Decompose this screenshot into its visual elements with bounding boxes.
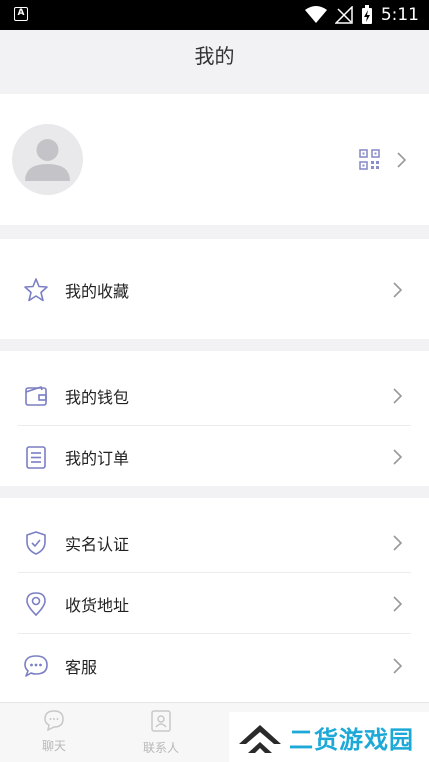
battery-charging-icon [361, 5, 372, 24]
finance-section: 我的钱包 我的订单 [0, 351, 429, 486]
account-section: 实名认证 收货地址 客服 [0, 498, 429, 702]
watermark-text: 二货游戏园 [289, 726, 414, 754]
profile-card[interactable] [0, 94, 429, 225]
shield-check-icon [26, 531, 46, 555]
watermark: 二货游戏园 [229, 712, 429, 762]
menu-label: 实名认证 [65, 534, 130, 554]
contacts-tab-icon [151, 710, 171, 732]
chevron-right-icon [393, 658, 403, 674]
menu-label: 收货地址 [65, 595, 130, 615]
chevron-right-icon [393, 596, 403, 612]
location-pin-icon [26, 592, 46, 616]
status-icons: 5:11 [304, 4, 419, 26]
no-signal-icon [334, 6, 353, 24]
chevron-right-icon [393, 535, 403, 551]
menu-label: 我的收藏 [65, 281, 130, 301]
watermark-logo-icon [239, 725, 281, 753]
menu-item-orders[interactable]: 我的订单 [0, 426, 429, 487]
menu-item-address[interactable]: 收货地址 [0, 573, 429, 634]
wallet-icon [25, 385, 47, 406]
menu-item-service[interactable]: 客服 [0, 635, 429, 696]
menu-label: 我的订单 [65, 448, 130, 468]
favorites-section: 我的收藏 [0, 239, 429, 339]
tab-chat[interactable]: 聊天 [4, 709, 104, 754]
avatar[interactable] [12, 124, 83, 195]
star-icon [24, 278, 48, 302]
tab-contacts[interactable]: 联系人 [111, 709, 211, 756]
order-list-icon [26, 446, 46, 469]
chevron-right-icon [393, 388, 403, 404]
page-title: 我的 [194, 44, 235, 68]
chevron-right-icon [393, 282, 403, 298]
qr-code-icon[interactable] [359, 149, 380, 170]
menu-label: 我的钱包 [65, 387, 130, 407]
divider [18, 633, 411, 634]
wifi-icon [304, 6, 327, 23]
status-time: 5:11 [380, 5, 419, 25]
menu-item-wallet[interactable]: 我的钱包 [0, 365, 429, 426]
status-bar: A 5:11 [0, 0, 429, 30]
default-user-icon [25, 139, 70, 181]
chat-bubble-icon [24, 655, 48, 677]
chevron-right-icon [393, 449, 403, 465]
title-bar: 我的 [0, 30, 429, 94]
chevron-right-icon [397, 152, 407, 168]
chat-tab-icon [44, 710, 64, 732]
tab-label: 聊天 [41, 739, 66, 753]
menu-item-favorites[interactable]: 我的收藏 [0, 259, 429, 320]
menu-label: 客服 [65, 657, 98, 677]
app-notification-icon: A [14, 7, 28, 21]
tab-label: 联系人 [142, 741, 179, 755]
menu-item-verification[interactable]: 实名认证 [0, 512, 429, 573]
